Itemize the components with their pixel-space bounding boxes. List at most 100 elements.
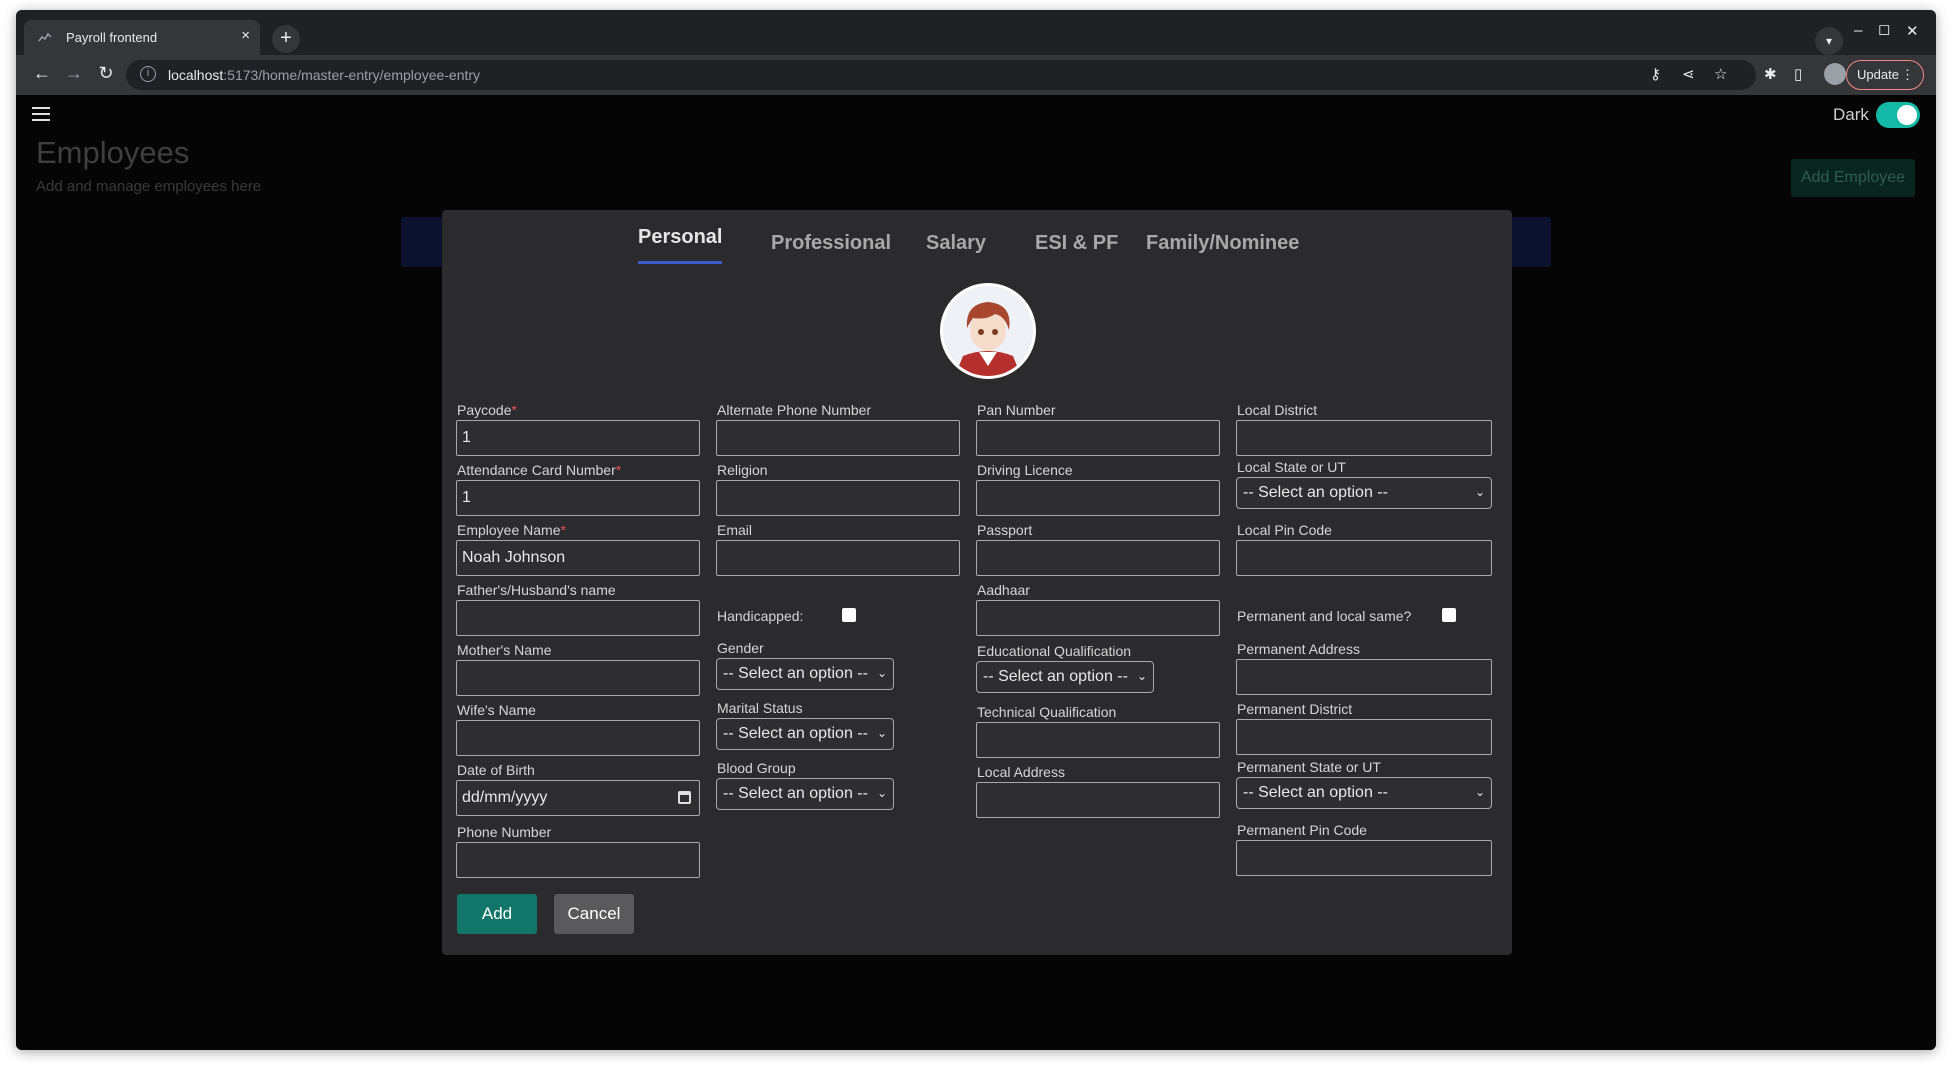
calendar-icon[interactable] bbox=[678, 791, 691, 804]
driving-licence-input[interactable] bbox=[976, 480, 1220, 516]
dob-label: Date of Birth bbox=[457, 762, 535, 778]
chevron-down-icon: ⌄ bbox=[1474, 485, 1485, 499]
chevron-down-icon: ⌄ bbox=[1474, 785, 1485, 799]
back-icon[interactable]: ← bbox=[30, 63, 54, 84]
father-husband-label: Father's/Husband's name bbox=[457, 582, 616, 598]
dark-mode-label: Dark bbox=[1833, 105, 1869, 124]
aadhaar-input[interactable] bbox=[976, 600, 1220, 636]
browser-tab[interactable]: Payroll frontend × bbox=[24, 20, 260, 55]
side-panel-icon[interactable]: ▯ bbox=[1794, 65, 1802, 83]
employee-photo[interactable] bbox=[940, 283, 1036, 379]
tab-close-icon[interactable]: × bbox=[241, 27, 250, 44]
alt-phone-input[interactable] bbox=[716, 420, 960, 456]
tab-personal[interactable]: Personal bbox=[638, 226, 723, 264]
permanent-address-label: Permanent Address bbox=[1237, 641, 1360, 657]
update-button[interactable]: Update ⋮ bbox=[1846, 60, 1924, 90]
tab-strip: Payroll frontend × + ▾ – ◻ ✕ bbox=[16, 10, 1936, 55]
page-subtitle: Add and manage employees here bbox=[36, 178, 262, 195]
permanent-district-input[interactable] bbox=[1236, 719, 1492, 755]
email-input[interactable] bbox=[716, 540, 960, 576]
attendance-card-label: Attendance Card Number* bbox=[457, 462, 622, 478]
marital-status-select[interactable]: -- Select an option -- ⌄ bbox=[716, 718, 894, 750]
mother-name-input[interactable] bbox=[456, 660, 700, 696]
tab-esi-pf[interactable]: ESI & PF bbox=[1035, 232, 1118, 255]
permanent-address-input[interactable] bbox=[1236, 659, 1492, 695]
chevron-down-icon: ⌄ bbox=[876, 726, 887, 740]
driving-licence-label: Driving Licence bbox=[977, 462, 1073, 478]
add-employee-button[interactable]: Add Employee bbox=[1791, 159, 1915, 197]
forward-icon[interactable]: → bbox=[62, 63, 86, 84]
blood-group-label: Blood Group bbox=[717, 760, 796, 776]
tab-search-icon[interactable]: ▾ bbox=[1815, 27, 1843, 55]
tab-family-nominee[interactable]: Family/Nominee bbox=[1146, 232, 1299, 255]
local-pin-input[interactable] bbox=[1236, 540, 1492, 576]
local-district-input[interactable] bbox=[1236, 420, 1492, 456]
employee-modal: Personal Professional Salary ESI & PF Fa… bbox=[442, 210, 1512, 955]
handicapped-checkbox[interactable] bbox=[842, 608, 856, 622]
extensions-icon[interactable]: ✱ bbox=[1764, 65, 1777, 83]
minimize-icon[interactable]: – bbox=[1854, 22, 1862, 39]
new-tab-button[interactable]: + bbox=[272, 25, 300, 53]
passport-input[interactable] bbox=[976, 540, 1220, 576]
tech-qualification-input[interactable] bbox=[976, 722, 1220, 758]
local-address-input[interactable] bbox=[976, 782, 1220, 818]
page-title: Employees bbox=[36, 135, 190, 170]
menu-icon[interactable] bbox=[32, 107, 50, 121]
aadhaar-label: Aadhaar bbox=[977, 582, 1030, 598]
avatar-illustration bbox=[943, 286, 1033, 376]
tab-salary[interactable]: Salary bbox=[926, 232, 986, 255]
profile-avatar[interactable] bbox=[1824, 63, 1846, 85]
browser-toolbar: ← → ↻ i localhost:5173/home/master-entry… bbox=[16, 55, 1936, 95]
pan-number-input[interactable] bbox=[976, 420, 1220, 456]
tab-professional[interactable]: Professional bbox=[771, 232, 891, 255]
add-button[interactable]: Add bbox=[457, 894, 537, 934]
close-window-icon[interactable]: ✕ bbox=[1906, 22, 1919, 40]
handicapped-label: Handicapped: bbox=[717, 608, 804, 624]
edu-qualification-select[interactable]: -- Select an option -- ⌄ bbox=[976, 661, 1154, 693]
bookmark-star-icon[interactable]: ☆ bbox=[1714, 65, 1727, 83]
address-bar[interactable]: i localhost:5173/home/master-entry/emplo… bbox=[126, 60, 1756, 90]
blood-group-select[interactable]: -- Select an option -- ⌄ bbox=[716, 778, 894, 810]
chevron-down-icon: ⌄ bbox=[876, 666, 887, 680]
permanent-same-checkbox[interactable] bbox=[1442, 608, 1456, 622]
religion-input[interactable] bbox=[716, 480, 960, 516]
chevron-down-icon: ⌄ bbox=[876, 786, 887, 800]
reload-icon[interactable]: ↻ bbox=[94, 63, 118, 84]
dark-mode-toggle[interactable] bbox=[1876, 102, 1920, 128]
menu-dots-icon[interactable]: ⋮ bbox=[1901, 61, 1914, 89]
gender-select[interactable]: -- Select an option -- ⌄ bbox=[716, 658, 894, 690]
wife-name-input[interactable] bbox=[456, 720, 700, 756]
maximize-icon[interactable]: ◻ bbox=[1878, 20, 1890, 38]
religion-label: Religion bbox=[717, 462, 768, 478]
attendance-card-input[interactable]: 1 bbox=[456, 480, 700, 516]
paycode-input[interactable]: 1 bbox=[456, 420, 700, 456]
paycode-label: Paycode* bbox=[457, 402, 517, 418]
edu-qualification-label: Educational Qualification bbox=[977, 643, 1132, 659]
permanent-state-label: Permanent State or UT bbox=[1237, 759, 1381, 775]
local-state-select[interactable]: -- Select an option -- ⌄ bbox=[1236, 477, 1492, 509]
cancel-button[interactable]: Cancel bbox=[554, 894, 634, 934]
phone-number-label: Phone Number bbox=[457, 824, 552, 840]
father-husband-input[interactable] bbox=[456, 600, 700, 636]
pan-number-label: Pan Number bbox=[977, 402, 1056, 418]
local-pin-label: Local Pin Code bbox=[1237, 522, 1332, 538]
favicon-icon bbox=[38, 32, 52, 42]
dob-input[interactable]: dd/mm/yyyy bbox=[456, 780, 700, 816]
permanent-pin-input[interactable] bbox=[1236, 840, 1492, 876]
tech-qualification-label: Technical Qualification bbox=[977, 704, 1117, 720]
employee-name-label: Employee Name* bbox=[457, 522, 566, 538]
share-icon[interactable]: ⋖ bbox=[1682, 65, 1695, 83]
local-district-label: Local District bbox=[1237, 402, 1318, 418]
chevron-down-icon: ⌄ bbox=[1136, 669, 1147, 683]
permanent-state-select[interactable]: -- Select an option -- ⌄ bbox=[1236, 777, 1492, 809]
local-state-label: Local State or UT bbox=[1237, 459, 1346, 475]
browser-window: Payroll frontend × + ▾ – ◻ ✕ ← → ↻ i loc… bbox=[16, 10, 1936, 1050]
site-info-icon[interactable]: i bbox=[140, 66, 156, 82]
permanent-pin-label: Permanent Pin Code bbox=[1237, 822, 1367, 838]
phone-number-input[interactable] bbox=[456, 842, 700, 878]
employee-name-input[interactable]: Noah Johnson bbox=[456, 540, 700, 576]
key-icon[interactable]: ⚷ bbox=[1650, 65, 1661, 83]
modal-tabs: Personal Professional Salary ESI & PF Fa… bbox=[442, 226, 1512, 266]
app-page: Dark Employees Add and manage employees … bbox=[16, 95, 1936, 1050]
mother-name-label: Mother's Name bbox=[457, 642, 552, 658]
